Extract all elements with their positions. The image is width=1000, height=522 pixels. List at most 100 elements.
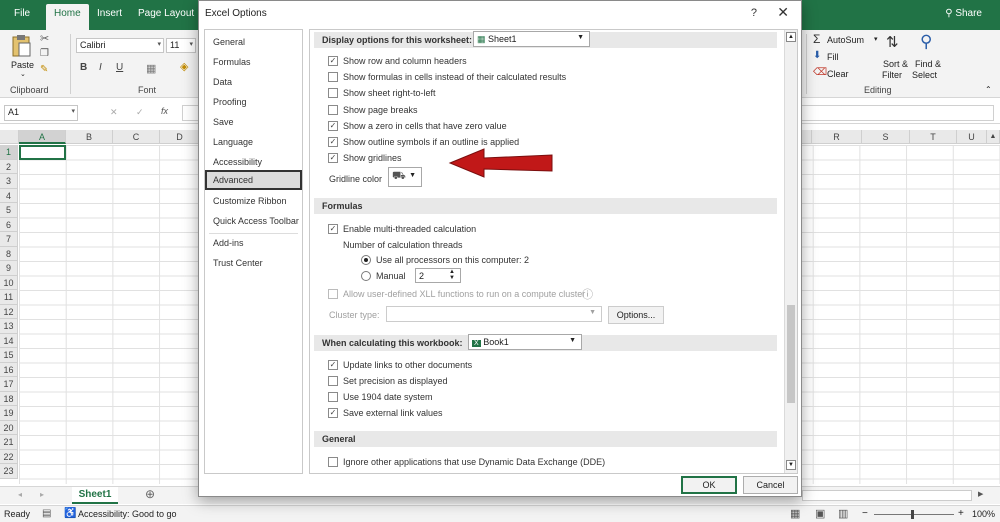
option-checkbox[interactable]: ✓	[328, 56, 338, 66]
normal-view-icon[interactable]: ▦	[790, 507, 800, 520]
gridline-color-picker[interactable]: ⛟ ▼	[388, 167, 422, 187]
copy-icon[interactable]: ❐	[40, 48, 49, 59]
column-header[interactable]: A	[19, 130, 66, 144]
option-checkbox[interactable]: ✓	[328, 408, 338, 418]
column-header[interactable]: U	[957, 130, 987, 144]
macro-record-icon[interactable]: ▤	[42, 508, 51, 519]
column-header[interactable]: C	[113, 130, 160, 144]
row-header[interactable]: 18	[0, 391, 18, 406]
cluster-type-select[interactable]: ▼	[386, 306, 602, 322]
column-header[interactable]: D	[160, 130, 200, 144]
row-header[interactable]: 11	[0, 290, 18, 305]
nav-quick-access-toolbar[interactable]: Quick Access Toolbar	[205, 211, 302, 231]
option-checkbox[interactable]	[328, 72, 338, 83]
zoom-slider[interactable]	[874, 514, 954, 515]
sort-filter-label-1[interactable]: Sort &	[883, 59, 908, 69]
nav-proofing[interactable]: Proofing	[205, 92, 302, 112]
active-cell[interactable]	[19, 145, 66, 160]
content-scrollbar[interactable]: ▲ ▼	[784, 30, 797, 473]
paste-button[interactable]	[10, 34, 34, 60]
row-header[interactable]: 22	[0, 449, 18, 464]
nav-formulas[interactable]: Formulas	[205, 52, 302, 72]
find-select-label-2[interactable]: Select	[912, 70, 937, 80]
tab-insert[interactable]: Insert	[97, 8, 122, 19]
page-layout-view-icon[interactable]: ▣	[815, 507, 825, 520]
nav-language[interactable]: Language	[205, 132, 302, 152]
ok-button[interactable]: OK	[681, 476, 737, 494]
format-painter-icon[interactable]: ✎	[40, 64, 48, 75]
row-header[interactable]: 17	[0, 377, 18, 392]
tab-file[interactable]: File	[14, 8, 30, 19]
borders-icon[interactable]: ▦	[146, 62, 156, 75]
chevron-down-icon[interactable]: ▾	[874, 35, 878, 43]
column-header[interactable]: B	[66, 130, 113, 144]
column-header[interactable]: S	[862, 130, 910, 144]
scroll-right-icon[interactable]: ▶	[978, 490, 983, 498]
sort-filter-label-2[interactable]: Filter	[882, 70, 902, 80]
worksheet-select[interactable]: ▦ Sheet1 ▼	[473, 31, 590, 47]
row-header[interactable]: 23	[0, 464, 18, 479]
nav-customize-ribbon[interactable]: Customize Ribbon	[205, 191, 302, 211]
row-header[interactable]: 2	[0, 159, 18, 174]
search-icon[interactable]: ⚲	[920, 32, 932, 52]
sheet-tab[interactable]: Sheet1	[72, 487, 118, 504]
cluster-options-button[interactable]: Options...	[608, 306, 664, 324]
bold-button[interactable]: B	[80, 62, 87, 73]
row-header[interactable]: 1	[0, 145, 18, 160]
workbook-select[interactable]: X Book1 ▼	[468, 334, 582, 350]
row-header[interactable]: 15	[0, 348, 18, 363]
option-checkbox[interactable]: ✓	[328, 120, 338, 131]
nav-trust-center[interactable]: Trust Center	[205, 253, 302, 273]
nav-advanced[interactable]: Advanced	[205, 170, 302, 190]
manual-threads-radio[interactable]	[361, 271, 371, 281]
share-button[interactable]: ⚲ Share	[945, 8, 982, 19]
scroll-right-icon[interactable]: ▸	[40, 490, 44, 499]
cancel-button[interactable]: Cancel	[743, 476, 798, 494]
add-sheet-icon[interactable]: ⊕	[145, 487, 155, 501]
page-break-view-icon[interactable]: ▥	[838, 507, 848, 520]
multithread-checkbox[interactable]: ✓	[328, 224, 338, 234]
row-header[interactable]: 16	[0, 362, 18, 377]
select-all-corner[interactable]	[0, 130, 19, 144]
fill-button[interactable]: Fill	[827, 52, 839, 62]
row-header[interactable]: 7	[0, 232, 18, 247]
option-checkbox[interactable]: ✓	[328, 360, 338, 370]
row-header[interactable]: 9	[0, 261, 18, 276]
zoom-in-icon[interactable]: +	[958, 508, 964, 519]
column-header[interactable]: T	[910, 130, 957, 144]
zoom-out-icon[interactable]: −	[862, 508, 868, 519]
zoom-level[interactable]: 100%	[972, 509, 995, 519]
info-icon[interactable]: ⓘ	[582, 286, 593, 302]
row-header[interactable]: 4	[0, 188, 18, 203]
accessibility-status[interactable]: Accessibility: Good to go	[78, 509, 177, 519]
row-header[interactable]: 12	[0, 304, 18, 319]
horizontal-scrollbar[interactable]	[802, 490, 972, 501]
row-header[interactable]: 13	[0, 319, 18, 334]
row-header[interactable]: 19	[0, 406, 18, 421]
row-header[interactable]: 20	[0, 420, 18, 435]
option-checkbox[interactable]: ✓	[328, 153, 338, 164]
chevron-down-icon[interactable]: ⌄	[20, 70, 26, 78]
font-name-combo[interactable]: Calibri ▾	[76, 38, 164, 53]
column-header[interactable]	[802, 130, 812, 144]
option-checkbox[interactable]: ✓	[328, 137, 338, 147]
name-box[interactable]: A1 ▾	[4, 105, 78, 121]
option-checkbox[interactable]	[328, 392, 338, 402]
manual-threads-stepper[interactable]: 2 ▲ ▼	[415, 268, 461, 283]
row-header[interactable]: 5	[0, 203, 18, 218]
row-header[interactable]: 21	[0, 435, 18, 450]
row-header[interactable]: 3	[0, 174, 18, 189]
xll-checkbox[interactable]	[328, 289, 338, 299]
cut-icon[interactable]: ✂	[40, 32, 49, 45]
nav-data[interactable]: Data	[205, 72, 302, 92]
tab-page-layout[interactable]: Page Layout	[138, 8, 194, 19]
option-checkbox[interactable]	[328, 88, 338, 99]
tab-home[interactable]: Home	[46, 4, 89, 30]
sort-filter-icon[interactable]: ⇅	[886, 33, 899, 51]
font-size-combo[interactable]: 11 ▾	[166, 38, 196, 53]
use-all-processors-radio[interactable]	[361, 255, 371, 265]
cancel-formula-icon[interactable]: ✕	[110, 107, 118, 118]
help-button[interactable]: ?	[751, 7, 757, 19]
find-select-label-1[interactable]: Find &	[915, 59, 941, 69]
scroll-thumb[interactable]	[787, 305, 795, 403]
